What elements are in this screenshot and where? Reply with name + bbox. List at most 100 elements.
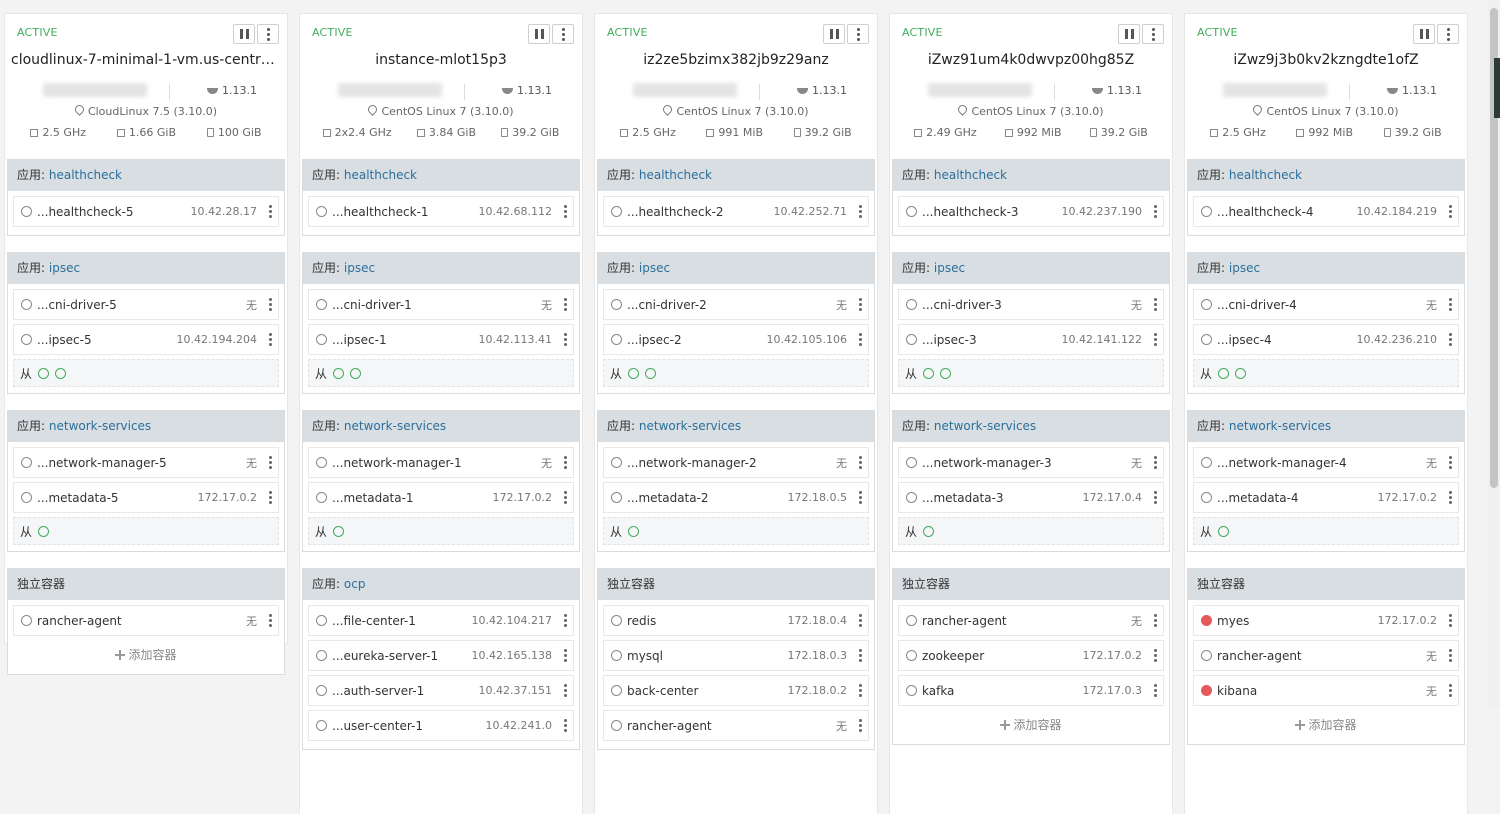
container-menu-icon[interactable] — [1154, 298, 1157, 311]
pause-button[interactable] — [233, 24, 255, 44]
container-menu-icon[interactable] — [564, 333, 567, 346]
container-row[interactable]: ...metadata-2 172.18.0.5 — [603, 482, 869, 513]
container-row[interactable]: rancher-agent 无 — [603, 710, 869, 741]
container-row[interactable]: ...user-center-1 10.42.241.0 — [308, 710, 574, 741]
container-row[interactable]: ...cni-driver-4 无 — [1193, 289, 1459, 320]
container-row[interactable]: ...metadata-1 172.17.0.2 — [308, 482, 574, 513]
container-menu-icon[interactable] — [1449, 205, 1452, 218]
host-name[interactable]: iz2ze5bzimx382jb9z29anz — [601, 52, 871, 68]
container-menu-icon[interactable] — [1154, 456, 1157, 469]
container-row[interactable]: ...network-manager-3 无 — [898, 447, 1164, 478]
container-menu-icon[interactable] — [1449, 684, 1452, 697]
container-row[interactable]: rancher-agent 无 — [13, 605, 279, 636]
container-menu-icon[interactable] — [1449, 614, 1452, 627]
container-menu-icon[interactable] — [859, 333, 862, 346]
sidekick-icon[interactable] — [350, 367, 362, 379]
add-container-button[interactable]: 添加容器 — [13, 640, 279, 670]
container-menu-icon[interactable] — [859, 456, 862, 469]
container-menu-icon[interactable] — [269, 205, 272, 218]
sidekick-icon[interactable] — [1218, 525, 1230, 537]
host-menu-button[interactable] — [552, 24, 574, 44]
pause-button[interactable] — [1413, 24, 1435, 44]
stack-link[interactable]: healthcheck — [49, 168, 122, 182]
host-name[interactable]: iZwz91um4k0dwvpz00hg85Z — [896, 52, 1166, 68]
stack-link[interactable]: network-services — [934, 419, 1036, 433]
container-menu-icon[interactable] — [564, 205, 567, 218]
add-container-button[interactable]: 添加容器 — [898, 710, 1164, 740]
container-menu-icon[interactable] — [1154, 491, 1157, 504]
container-row[interactable]: ...cni-driver-5 无 — [13, 289, 279, 320]
container-row[interactable]: ...cni-driver-2 无 — [603, 289, 869, 320]
container-menu-icon[interactable] — [1154, 333, 1157, 346]
stack-link[interactable]: ipsec — [49, 261, 80, 275]
container-row[interactable]: rancher-agent 无 — [1193, 640, 1459, 671]
sidekick-icon[interactable] — [923, 525, 935, 537]
host-menu-button[interactable] — [1142, 24, 1164, 44]
container-row[interactable]: kibana 无 — [1193, 675, 1459, 706]
container-menu-icon[interactable] — [859, 614, 862, 627]
sidekick-icon[interactable] — [940, 367, 952, 379]
container-menu-icon[interactable] — [1154, 684, 1157, 697]
container-row[interactable]: ...cni-driver-3 无 — [898, 289, 1164, 320]
container-menu-icon[interactable] — [564, 456, 567, 469]
container-menu-icon[interactable] — [859, 298, 862, 311]
host-menu-button[interactable] — [847, 24, 869, 44]
container-menu-icon[interactable] — [564, 298, 567, 311]
container-menu-icon[interactable] — [1449, 333, 1452, 346]
stack-link[interactable]: ipsec — [934, 261, 965, 275]
container-menu-icon[interactable] — [1449, 491, 1452, 504]
container-row[interactable]: back-center 172.18.0.2 — [603, 675, 869, 706]
container-row[interactable]: ...cni-driver-1 无 — [308, 289, 574, 320]
stack-link[interactable]: healthcheck — [639, 168, 712, 182]
container-menu-icon[interactable] — [1154, 205, 1157, 218]
container-menu-icon[interactable] — [859, 491, 862, 504]
stack-link[interactable]: network-services — [1229, 419, 1331, 433]
pause-button[interactable] — [1118, 24, 1140, 44]
stack-link[interactable]: network-services — [344, 419, 446, 433]
container-row[interactable]: ...healthcheck-1 10.42.68.112 — [308, 196, 574, 227]
host-name[interactable]: cloudlinux-7-minimal-1-vm.us-central1-..… — [11, 52, 281, 68]
container-menu-icon[interactable] — [269, 298, 272, 311]
container-menu-icon[interactable] — [564, 649, 567, 662]
container-row[interactable]: ...file-center-1 10.42.104.217 — [308, 605, 574, 636]
sidekick-icon[interactable] — [628, 367, 640, 379]
container-row[interactable]: ...network-manager-1 无 — [308, 447, 574, 478]
container-row[interactable]: ...ipsec-1 10.42.113.41 — [308, 324, 574, 355]
container-row[interactable]: ...eureka-server-1 10.42.165.138 — [308, 640, 574, 671]
container-row[interactable]: ...ipsec-3 10.42.141.122 — [898, 324, 1164, 355]
container-row[interactable]: zookeeper 172.17.0.2 — [898, 640, 1164, 671]
container-menu-icon[interactable] — [1449, 456, 1452, 469]
stack-link[interactable]: ipsec — [1229, 261, 1260, 275]
container-row[interactable]: kafka 172.17.0.3 — [898, 675, 1164, 706]
container-row[interactable]: ...auth-server-1 10.42.37.151 — [308, 675, 574, 706]
container-row[interactable]: ...network-manager-2 无 — [603, 447, 869, 478]
container-row[interactable]: ...healthcheck-2 10.42.252.71 — [603, 196, 869, 227]
add-container-button[interactable]: 添加容器 — [1193, 710, 1459, 740]
sidekick-icon[interactable] — [333, 525, 345, 537]
stack-link[interactable]: ipsec — [344, 261, 375, 275]
stack-link[interactable]: ipsec — [639, 261, 670, 275]
container-row[interactable]: ...healthcheck-3 10.42.237.190 — [898, 196, 1164, 227]
container-menu-icon[interactable] — [269, 333, 272, 346]
container-menu-icon[interactable] — [1449, 298, 1452, 311]
sidekick-icon[interactable] — [55, 367, 67, 379]
pause-button[interactable] — [823, 24, 845, 44]
container-row[interactable]: ...ipsec-5 10.42.194.204 — [13, 324, 279, 355]
sidekick-icon[interactable] — [923, 367, 935, 379]
container-menu-icon[interactable] — [1154, 614, 1157, 627]
stack-link[interactable]: network-services — [639, 419, 741, 433]
container-menu-icon[interactable] — [269, 456, 272, 469]
container-menu-icon[interactable] — [564, 491, 567, 504]
sidekick-icon[interactable] — [628, 525, 640, 537]
container-row[interactable]: myes 172.17.0.2 — [1193, 605, 1459, 636]
sidekick-icon[interactable] — [38, 525, 50, 537]
sidekick-icon[interactable] — [1235, 367, 1247, 379]
container-row[interactable]: ...metadata-5 172.17.0.2 — [13, 482, 279, 513]
sidekick-icon[interactable] — [645, 367, 657, 379]
container-menu-icon[interactable] — [859, 205, 862, 218]
container-row[interactable]: ...healthcheck-4 10.42.184.219 — [1193, 196, 1459, 227]
host-menu-button[interactable] — [257, 24, 279, 44]
container-menu-icon[interactable] — [564, 719, 567, 732]
container-menu-icon[interactable] — [859, 649, 862, 662]
sidekick-icon[interactable] — [333, 367, 345, 379]
